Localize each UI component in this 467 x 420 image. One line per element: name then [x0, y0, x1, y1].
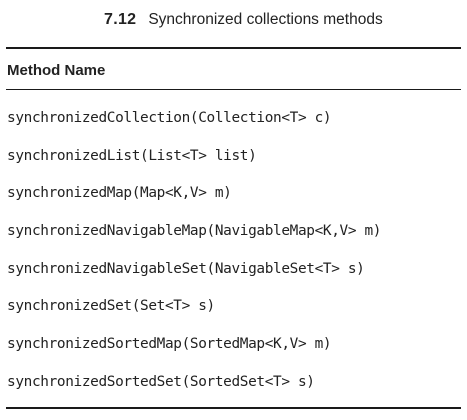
table-row: synchronizedMap(Map<K,V> m) [7, 185, 232, 202]
bottom-rule [6, 407, 461, 409]
table-title: Synchronized collections methods [148, 11, 383, 28]
table-number: 7.12 [104, 11, 137, 28]
table-row: synchronizedNavigableSet(NavigableSet<T>… [7, 260, 365, 277]
table-row: synchronizedList(List<T> list) [7, 147, 257, 164]
table-row: synchronizedCollection(Collection<T> c) [7, 110, 332, 126]
table-row: synchronizedSortedSet(SortedSet<T> s) [7, 373, 315, 390]
top-rule [6, 47, 461, 49]
table-row: synchronizedNavigableMap(NavigableMap<K,… [7, 223, 382, 240]
method-list: synchronizedCollection(Collection<T> c) … [7, 104, 381, 406]
table-caption: 7.12 Synchronized collections methods [104, 11, 383, 29]
table-row: synchronizedSet(Set<T> s) [7, 298, 215, 315]
methods-table: 7.12 Synchronized collections methods Met… [6, 0, 461, 420]
table-row: synchronizedSortedMap(SortedMap<K,V> m) [7, 336, 332, 353]
column-header-method-name: Method Name [7, 62, 106, 79]
header-rule [6, 89, 461, 90]
